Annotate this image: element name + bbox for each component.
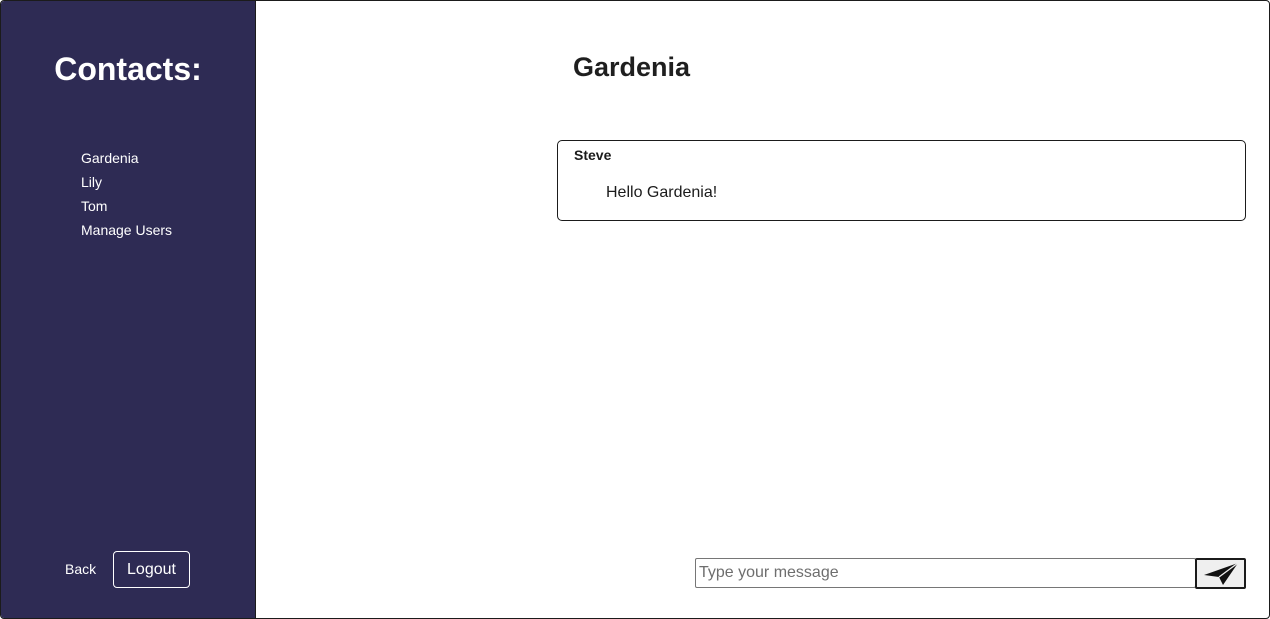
contact-item-tom[interactable]: Tom bbox=[81, 194, 172, 218]
contact-list: Gardenia Lily Tom Manage Users bbox=[81, 146, 172, 242]
contact-item-lily[interactable]: Lily bbox=[81, 170, 172, 194]
paper-plane-icon bbox=[1203, 561, 1239, 586]
send-button[interactable] bbox=[1195, 558, 1246, 589]
contact-item-gardenia[interactable]: Gardenia bbox=[81, 146, 172, 170]
manage-users-link[interactable]: Manage Users bbox=[81, 218, 172, 242]
message-sender: Steve bbox=[574, 147, 612, 163]
message-text: Hello Gardenia! bbox=[606, 184, 718, 201]
sidebar: Contacts: Gardenia Lily Tom Manage Users… bbox=[1, 1, 256, 618]
message-input[interactable] bbox=[695, 558, 1196, 588]
back-link[interactable]: Back bbox=[65, 559, 96, 579]
logout-button[interactable]: Logout bbox=[113, 551, 190, 588]
chat-title: Gardenia bbox=[573, 52, 691, 82]
message-card: Steve Hello Gardenia! bbox=[557, 140, 1246, 221]
app-window: Contacts: Gardenia Lily Tom Manage Users… bbox=[0, 0, 1270, 619]
sidebar-title: Contacts: bbox=[54, 51, 202, 87]
